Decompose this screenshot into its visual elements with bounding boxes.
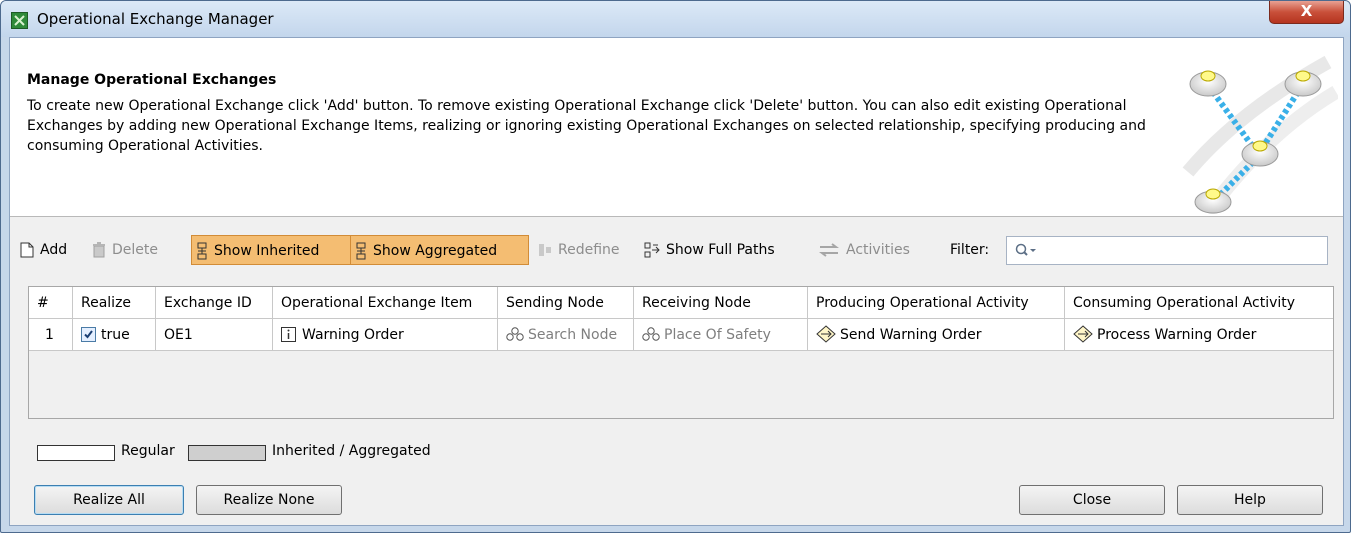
operational-exchange-manager-window: Operational Exchange Manager X Manage Op…	[0, 0, 1351, 533]
exchange-arrows-icon	[819, 243, 839, 257]
regular-swatch	[37, 445, 115, 461]
column-header[interactable]: Exchange ID	[156, 287, 273, 319]
column-header[interactable]: Sending Node	[498, 287, 634, 319]
node-icon	[506, 327, 524, 341]
node-icon	[642, 327, 660, 341]
table-header-row: # Realize Exchange ID Operational Exchan…	[29, 287, 1333, 319]
window-close-button[interactable]: X	[1269, 1, 1344, 24]
window-title: Operational Exchange Manager	[37, 10, 274, 28]
full-paths-icon	[644, 242, 660, 258]
column-header[interactable]: Operational Exchange Item	[273, 287, 498, 319]
realize-value: true	[101, 327, 130, 343]
show-inherited-label: Show Inherited	[214, 243, 320, 259]
consuming-activity-label: Process Warning Order	[1097, 327, 1257, 343]
show-aggregated-toggle[interactable]: Show Aggregated	[350, 235, 529, 265]
inherited-legend-label: Inherited / Aggregated	[272, 443, 431, 459]
consuming-activity-cell[interactable]: Process Warning Order	[1065, 319, 1333, 351]
regular-legend-label: Regular	[121, 443, 175, 459]
activity-icon	[1073, 325, 1093, 343]
sending-node-label: Search Node	[528, 327, 618, 343]
title-bar[interactable]: Operational Exchange Manager X	[1, 1, 1350, 37]
hierarchy-icon	[356, 242, 366, 260]
exchanges-table: # Realize Exchange ID Operational Exchan…	[28, 286, 1334, 419]
producing-activity-cell[interactable]: Send Warning Order	[808, 319, 1065, 351]
receiving-node-cell[interactable]: Place Of Safety	[634, 319, 808, 351]
inherited-swatch	[188, 445, 266, 461]
redefine-icon	[539, 244, 551, 256]
delete-label: Delete	[112, 242, 158, 258]
search-icon	[1015, 243, 1036, 256]
column-header[interactable]: Producing Operational Activity	[808, 287, 1065, 319]
show-full-paths-button[interactable]: Show Full Paths	[644, 235, 775, 265]
show-aggregated-label: Show Aggregated	[373, 243, 498, 259]
new-document-icon	[20, 242, 34, 258]
redefine-label: Redefine	[558, 242, 620, 258]
header-description: To create new Operational Exchange click…	[27, 98, 1146, 154]
close-button[interactable]: Close	[1019, 485, 1165, 515]
column-header[interactable]: #	[29, 287, 73, 319]
filter-input[interactable]	[1006, 236, 1328, 265]
dialog-content: Manage Operational Exchanges To create n…	[9, 37, 1344, 526]
delete-button[interactable]: Delete	[92, 235, 158, 265]
add-label: Add	[40, 242, 68, 258]
show-full-paths-label: Show Full Paths	[666, 242, 775, 258]
column-header[interactable]: Realize	[73, 287, 156, 319]
realize-none-button[interactable]: Realize None	[196, 485, 342, 515]
redefine-button[interactable]: Redefine	[538, 235, 620, 265]
receiving-node-label: Place Of Safety	[664, 327, 771, 343]
trash-icon	[93, 242, 105, 258]
activities-button[interactable]: Activities	[818, 235, 910, 265]
exchange-item-label: Warning Order	[302, 327, 404, 343]
help-button[interactable]: Help	[1177, 485, 1323, 515]
realize-checkbox[interactable]	[81, 326, 96, 342]
sending-node-cell[interactable]: Search Node	[498, 319, 634, 351]
exchange-item-cell[interactable]: Warning Order	[273, 319, 498, 351]
column-header[interactable]: Receiving Node	[634, 287, 808, 319]
realize-all-button[interactable]: Realize All	[34, 485, 184, 515]
realize-cell[interactable]: true	[73, 319, 156, 351]
activities-label: Activities	[846, 242, 910, 258]
show-inherited-toggle[interactable]: Show Inherited	[191, 235, 352, 265]
exchange-illustration-icon	[1182, 55, 1338, 214]
toolbar: Add Delete Show Inherited Show Aggregate…	[10, 231, 1343, 269]
hierarchy-icon	[197, 242, 207, 260]
header-title: Manage Operational Exchanges	[27, 72, 277, 88]
row-number: 1	[29, 319, 73, 351]
add-button[interactable]: Add	[20, 235, 67, 265]
producing-activity-label: Send Warning Order	[840, 327, 982, 343]
filter-label: Filter:	[950, 242, 990, 258]
legend: Regular Inherited / Aggregated	[37, 443, 537, 463]
column-header[interactable]: Consuming Operational Activity	[1065, 287, 1333, 319]
header-panel: Manage Operational Exchanges To create n…	[10, 38, 1343, 217]
exchange-id-cell[interactable]: OE1	[156, 319, 273, 351]
table-row[interactable]: 1 true OE1 Warning Order Search Node Pla…	[29, 319, 1333, 351]
information-item-icon	[281, 326, 296, 342]
activity-icon	[816, 325, 836, 343]
operational-exchange-icon	[11, 12, 28, 29]
